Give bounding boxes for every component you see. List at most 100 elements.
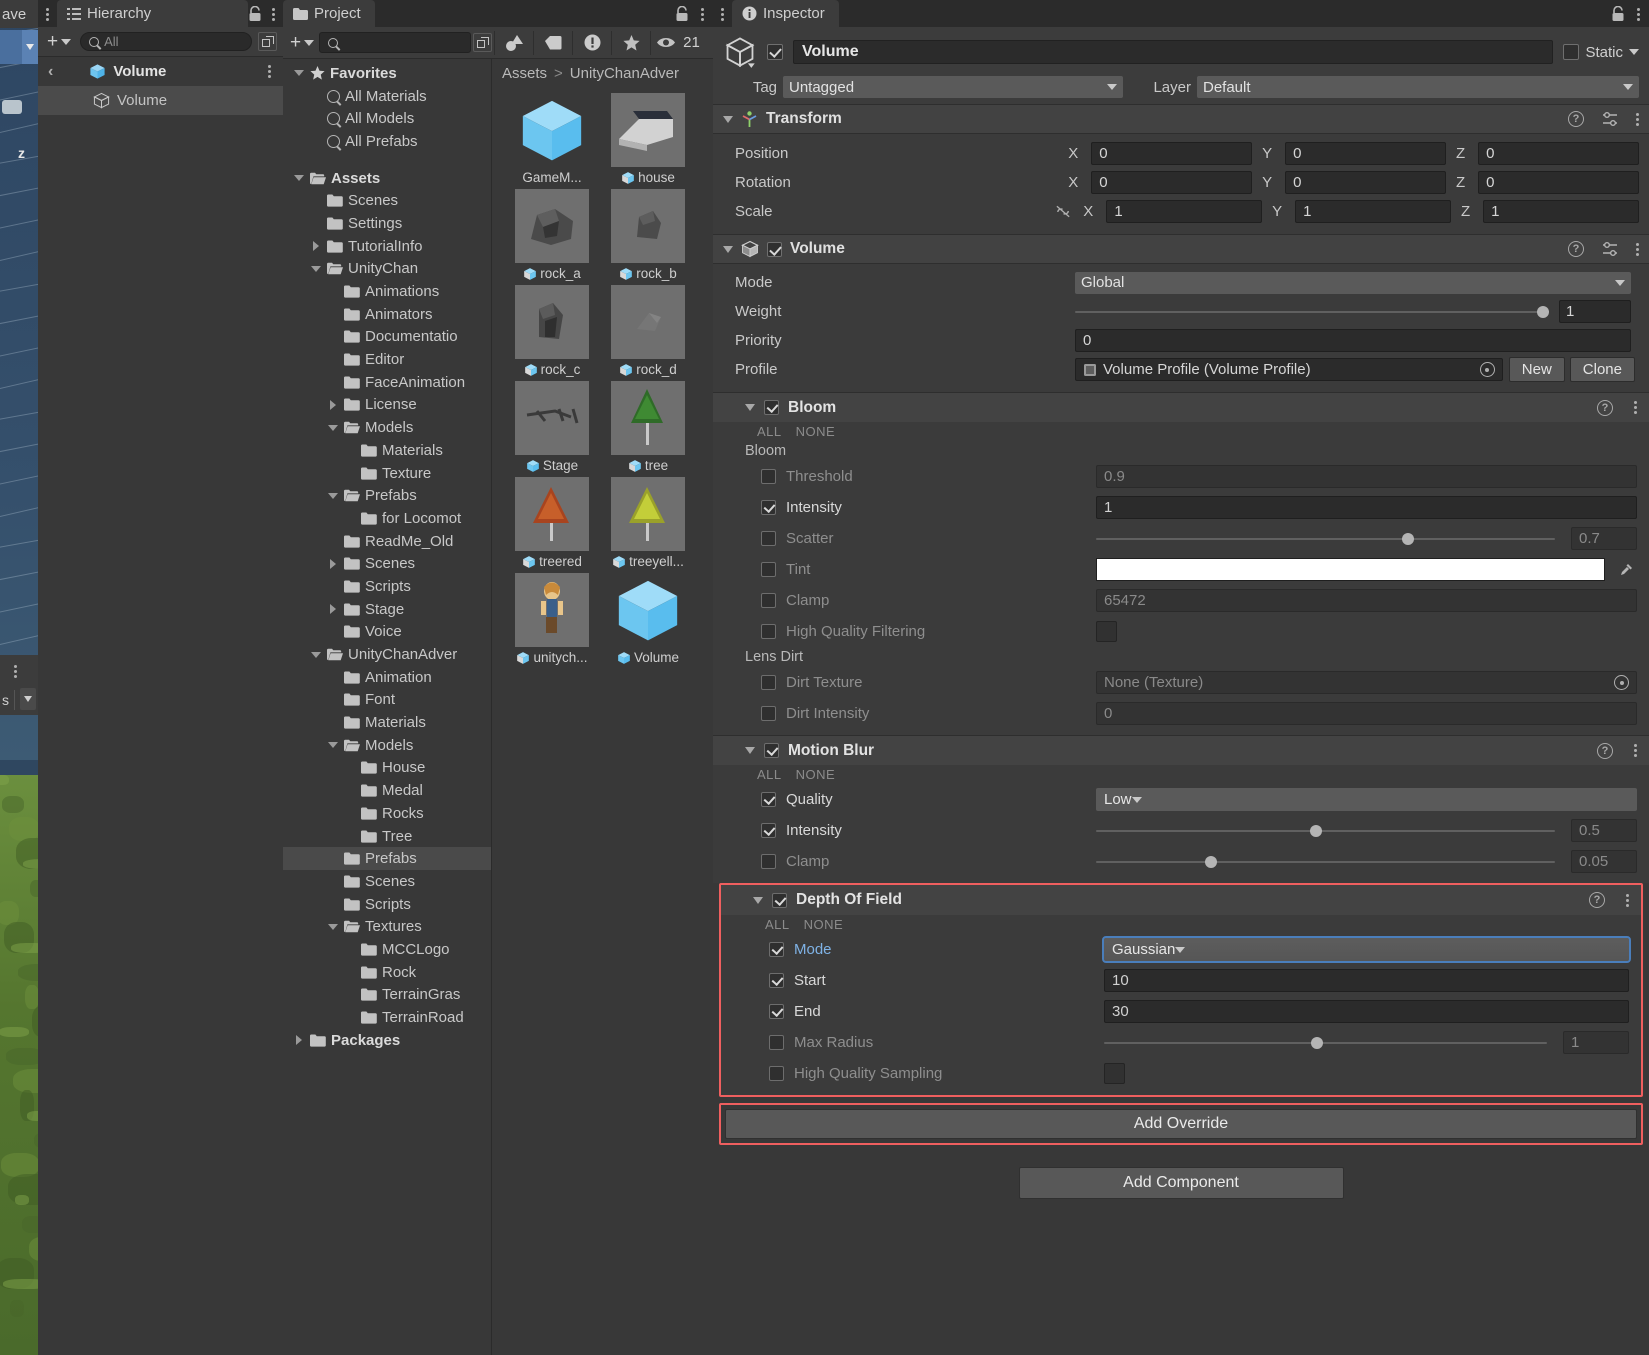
transform-position-x-input[interactable]: 0 <box>1091 142 1252 165</box>
intensity-input[interactable]: 0.5 <box>1571 819 1637 842</box>
filter-by-label-icon[interactable] <box>536 31 570 55</box>
intensity-override-checkbox[interactable] <box>761 500 776 515</box>
project-menu-icon[interactable] <box>701 8 704 21</box>
tree-item-faceanimation[interactable]: FaceAnimation <box>283 371 491 394</box>
transform-scale-x-input[interactable]: 1 <box>1106 200 1262 223</box>
dirt-texture-override-checkbox[interactable] <box>761 675 776 690</box>
depthoffield-all-none[interactable]: ALL NONE <box>721 915 1641 934</box>
depthoffield-override-header[interactable]: Depth Of Field ? <box>721 885 1641 915</box>
chevron-down-icon[interactable] <box>326 425 339 431</box>
lock-icon[interactable] <box>248 6 262 22</box>
project-folder-tree[interactable]: FavoritesAll MaterialsAll ModelsAll Pref… <box>283 59 491 1355</box>
asset-item[interactable]: rock_b <box>600 189 696 281</box>
object-picker-icon[interactable] <box>1614 675 1629 690</box>
gameobject-name-input[interactable]: Volume <box>793 40 1553 64</box>
mode-override-checkbox[interactable] <box>769 942 784 957</box>
gameobject-enabled-checkbox[interactable] <box>767 44 783 60</box>
tree-item-textures[interactable]: Textures <box>283 915 491 938</box>
asset-grid[interactable]: GameM...houserock_arock_brock_crock_dSta… <box>492 87 713 665</box>
dirt-texture-objectfield[interactable]: None (Texture) <box>1096 671 1637 694</box>
asset-item[interactable]: rock_c <box>504 285 600 377</box>
asset-item[interactable]: rock_d <box>600 285 696 377</box>
hierarchy-expand-icon[interactable] <box>258 32 277 51</box>
volume-profile-objectfield[interactable]: Volume Profile (Volume Profile) <box>1075 358 1503 381</box>
inspector-menu-icon[interactable] <box>1637 8 1640 21</box>
tree-item-models[interactable]: Models <box>283 416 491 439</box>
asset-item[interactable]: treered <box>504 477 600 569</box>
motionblur-all-none[interactable]: ALL NONE <box>713 765 1649 784</box>
preset-icon[interactable] <box>1602 241 1618 257</box>
mode-dropdown[interactable]: Gaussian <box>1104 938 1629 961</box>
project-create-button[interactable]: + <box>287 32 317 54</box>
transform-component-header[interactable]: Transform ? <box>713 104 1649 134</box>
favorite-star-icon[interactable] <box>614 31 648 55</box>
scene-tool-dropdown[interactable] <box>22 30 38 64</box>
end-input[interactable]: 30 <box>1104 1000 1629 1023</box>
help-icon[interactable]: ? <box>1589 892 1605 908</box>
threshold-input[interactable]: 0.9 <box>1096 465 1637 488</box>
transform-position-y-input[interactable]: 0 <box>1285 142 1446 165</box>
tree-item-house[interactable]: House <box>283 757 491 780</box>
help-icon[interactable]: ? <box>1597 743 1613 759</box>
hierarchy-scene-row[interactable]: ‹ Volume <box>38 57 283 86</box>
asset-item[interactable]: rock_a <box>504 189 600 281</box>
chevron-down-icon[interactable] <box>326 924 339 930</box>
motionblur-override-header[interactable]: Motion Blur ? <box>713 735 1649 765</box>
constrain-proportions-icon[interactable] <box>1055 204 1071 219</box>
dirt-intensity-override-checkbox[interactable] <box>761 706 776 721</box>
help-icon[interactable]: ? <box>1568 111 1584 127</box>
clamp-input[interactable]: 65472 <box>1096 589 1637 612</box>
asset-item[interactable]: GameM... <box>504 93 600 185</box>
panel-options-icon[interactable] <box>721 8 724 21</box>
tag-dropdown[interactable]: Untagged <box>783 76 1123 98</box>
scatter-slider[interactable] <box>1096 527 1555 550</box>
override-menu-icon[interactable] <box>1626 894 1629 907</box>
motionblur-all-label[interactable]: ALL <box>757 767 782 782</box>
max-radius-override-checkbox[interactable] <box>769 1035 784 1050</box>
chevron-right-icon[interactable] <box>326 400 339 410</box>
chevron-down-icon[interactable] <box>292 175 305 181</box>
tree-item-all-models[interactable]: All Models <box>283 107 491 130</box>
tree-item-models[interactable]: Models <box>283 734 491 757</box>
transform-scale-z-input[interactable]: 1 <box>1483 200 1639 223</box>
tree-item-animators[interactable]: Animators <box>283 303 491 326</box>
bloom-none-label[interactable]: NONE <box>796 424 836 439</box>
tree-item-scripts[interactable]: Scripts <box>283 575 491 598</box>
slider-knob[interactable] <box>1537 306 1549 318</box>
tree-item-favorites[interactable]: Favorites <box>283 62 491 85</box>
transform-scale-y-input[interactable]: 1 <box>1295 200 1451 223</box>
chevron-down-icon[interactable] <box>309 266 322 272</box>
clone-profile-button[interactable]: Clone <box>1570 357 1635 382</box>
hierarchy-menu-icon[interactable] <box>272 8 275 21</box>
chevron-down-icon[interactable] <box>723 246 733 253</box>
slider-knob[interactable] <box>1311 1037 1323 1049</box>
breadcrumb[interactable]: Assets > UnityChanAdver <box>492 59 713 87</box>
slider-knob[interactable] <box>1310 825 1322 837</box>
asset-item[interactable]: tree <box>600 381 696 473</box>
chevron-down-icon[interactable] <box>745 747 755 754</box>
transform-rotation-z-input[interactable]: 0 <box>1478 171 1639 194</box>
depthoffield-none-label[interactable]: NONE <box>804 917 844 932</box>
clamp-override-checkbox[interactable] <box>761 593 776 608</box>
tree-item-rocks[interactable]: Rocks <box>283 802 491 825</box>
add-override-button[interactable]: Add Override <box>725 1109 1637 1139</box>
high-quality-filtering-override-checkbox[interactable] <box>761 624 776 639</box>
object-picker-icon[interactable] <box>1480 362 1495 377</box>
start-input[interactable]: 10 <box>1104 969 1629 992</box>
chevron-down-icon[interactable] <box>309 652 322 658</box>
tab-project[interactable]: Project <box>283 0 375 27</box>
chevron-right-icon[interactable] <box>326 559 339 569</box>
intensity-input[interactable]: 1 <box>1096 496 1637 519</box>
volume-mode-dropdown[interactable]: Global <box>1075 272 1631 294</box>
tree-item-materials[interactable]: Materials <box>283 439 491 462</box>
scatter-override-checkbox[interactable] <box>761 531 776 546</box>
slider-knob[interactable] <box>1205 856 1217 868</box>
hierarchy-search-input[interactable]: All <box>80 32 252 51</box>
tree-item-tree[interactable]: Tree <box>283 825 491 848</box>
asset-item[interactable]: Stage <box>504 381 600 473</box>
high-quality-filtering-checkbox[interactable] <box>1096 621 1117 642</box>
chevron-down-icon[interactable] <box>326 742 339 748</box>
scatter-input[interactable]: 0.7 <box>1571 527 1637 550</box>
threshold-override-checkbox[interactable] <box>761 469 776 484</box>
bloom-all-label[interactable]: ALL <box>757 424 782 439</box>
